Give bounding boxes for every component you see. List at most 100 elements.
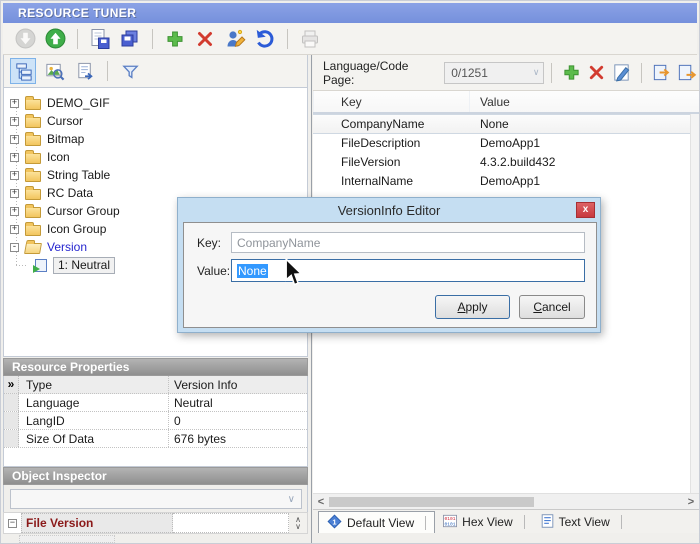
tree-item-icon [25, 222, 41, 236]
dialog-title: VersionInfo Editor [337, 202, 441, 218]
property-row[interactable]: Size Of Data 676 bytes [4, 430, 307, 448]
svg-text:0101: 0101 [445, 521, 456, 527]
row-key: FileDescription [341, 136, 421, 150]
window-title: RESOURCE TUNER [18, 6, 137, 20]
undo-icon[interactable] [253, 27, 277, 51]
download-circle-icon[interactable] [13, 27, 37, 51]
delete-icon[interactable] [584, 61, 609, 85]
bottom-filler [313, 533, 699, 543]
save-file-icon[interactable] [88, 27, 112, 51]
row-value: DemoApp1 [480, 136, 541, 150]
tree-expander[interactable]: + [10, 98, 19, 108]
svg-text:0101: 0101 [445, 516, 456, 522]
tree-expander[interactable]: - [10, 242, 19, 252]
tree-view-icon[interactable] [10, 58, 36, 84]
resource-properties-header: Resource Properties [3, 358, 308, 376]
tree-item-icon [33, 258, 47, 273]
dialog-close-button[interactable]: x [576, 202, 595, 218]
tree-item[interactable]: + DEMO_GIF [4, 94, 307, 112]
tab-label: Hex View [462, 515, 513, 529]
object-inspector-combo[interactable]: ∨ [10, 489, 302, 509]
tree-item-label: RC Data [47, 186, 94, 200]
delete-icon[interactable] [193, 27, 217, 51]
table-row[interactable]: CompanyName None [313, 114, 699, 134]
spin-down-icon[interactable]: ∨ [295, 523, 301, 531]
table-row[interactable]: InternalName DemoApp1 [313, 172, 699, 191]
scroll-left-icon[interactable]: < [313, 496, 329, 508]
key-field[interactable]: CompanyName [231, 232, 585, 253]
tree-item-icon [25, 132, 41, 146]
toolbar-separator [641, 62, 643, 83]
object-inspector-title: Object Inspector [12, 469, 107, 483]
tree-item-icon [25, 114, 41, 128]
tree-item[interactable]: + Bitmap [4, 130, 307, 148]
tree-expander[interactable]: + [10, 170, 19, 180]
cancel-button[interactable]: Cancel [519, 295, 585, 319]
view-tab[interactable]: Text View [533, 511, 630, 533]
tree-item-label: Cursor [47, 114, 84, 128]
apply-button[interactable]: Apply [435, 295, 510, 319]
tree-item-label: Icon Group [47, 222, 107, 236]
print-icon[interactable] [298, 27, 322, 51]
property-name: LangID [19, 412, 169, 429]
image-preview-icon[interactable] [41, 58, 67, 84]
property-row[interactable]: » Type Version Info [4, 376, 307, 394]
tree-expander[interactable]: + [10, 134, 19, 144]
tree-item[interactable]: + Icon [4, 148, 307, 166]
resource-properties-title: Resource Properties [12, 360, 130, 374]
edit-item-icon[interactable] [609, 61, 634, 85]
tree-expander[interactable]: + [10, 152, 19, 162]
tree-expander[interactable]: + [10, 224, 19, 234]
dialog-titlebar[interactable]: VersionInfo Editor [178, 198, 600, 222]
main-toolbar [3, 23, 697, 55]
upload-circle-icon[interactable] [43, 27, 67, 51]
property-value: 0 [174, 414, 181, 428]
file-version-expander[interactable]: − [8, 518, 17, 528]
column-header-key[interactable]: Key [313, 91, 470, 112]
export-item-icon[interactable] [674, 61, 699, 85]
add-icon[interactable] [163, 27, 187, 51]
horizontal-scrollbar[interactable]: < > [313, 493, 699, 509]
view-tab[interactable]: 1 Default View [318, 511, 436, 534]
tree-item[interactable]: + Cursor [4, 112, 307, 130]
language-code-page-combo[interactable]: 0/1251 ∨ [444, 61, 545, 84]
property-value: Neutral [174, 396, 213, 410]
table-row[interactable]: FileDescription DemoApp1 [313, 134, 699, 153]
key-row: Key: CompanyName [184, 232, 596, 253]
versioninfo-editor-dialog: VersionInfo Editor x Key: CompanyName Va… [177, 197, 601, 333]
tree-item-icon [25, 150, 41, 164]
file-version-value[interactable] [173, 513, 289, 533]
scroll-right-icon[interactable]: > [683, 496, 699, 508]
tree-item-label: Cursor Group [47, 204, 120, 218]
column-header-value[interactable]: Value [470, 91, 699, 112]
tree-expander[interactable]: + [10, 116, 19, 126]
tree-item-icon [25, 204, 41, 218]
tree-expander[interactable]: + [10, 206, 19, 216]
tree-item[interactable]: + String Table [4, 166, 307, 184]
key-label: Key: [197, 235, 222, 250]
row-value: DemoApp1 [480, 174, 541, 188]
table-row[interactable]: FileVersion 4.3.2.build432 [313, 153, 699, 172]
right-toolbar: Language/Code Page: 0/1251 ∨ [313, 55, 699, 91]
table-header: Key Value [313, 91, 699, 114]
tab-icon: 1 [327, 514, 342, 532]
property-row[interactable]: LangID 0 [4, 412, 307, 430]
file-version-spinner[interactable]: ∧ ∨ [289, 513, 307, 533]
tree-expander[interactable]: + [10, 188, 19, 198]
file-version-row[interactable]: − File Version ∧ ∨ [3, 512, 308, 534]
export-doc-icon[interactable] [72, 58, 98, 84]
chevron-down-icon: ∨ [532, 67, 540, 77]
add-icon[interactable] [559, 61, 584, 85]
filter-icon[interactable] [117, 58, 143, 84]
view-tab[interactable]: 0101 0101 Hex View [435, 511, 532, 533]
tab-separator [523, 515, 525, 529]
property-row[interactable]: Language Neutral [4, 394, 307, 412]
vertical-scrollbar[interactable] [690, 114, 699, 493]
import-item-icon[interactable] [649, 61, 674, 85]
scrollbar-thumb[interactable] [329, 497, 534, 507]
row-key: InternalName [341, 174, 414, 188]
save-all-icon[interactable] [118, 27, 142, 51]
file-version-label: File Version [21, 513, 173, 533]
toolbar-separator [287, 28, 288, 49]
edit-resource-icon[interactable] [223, 27, 247, 51]
